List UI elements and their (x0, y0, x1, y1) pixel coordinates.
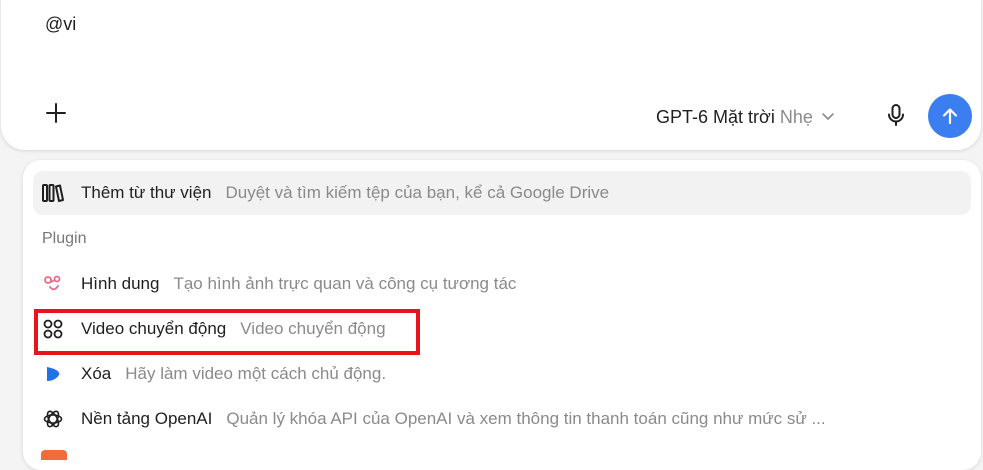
plugin-title: Video chuyển động (81, 319, 227, 338)
model-mode: Nhẹ (779, 106, 813, 127)
plugin-item-visualize[interactable]: Hình dung Tạo hình ảnh trực quan và công… (33, 262, 971, 306)
plus-icon (46, 103, 66, 123)
plugin-section-label: Plugin (42, 230, 87, 247)
mention-popup: Thêm từ thư viện Duyệt và tìm kiếm tệp c… (23, 160, 981, 470)
microphone-button[interactable] (881, 100, 911, 130)
plugin-description: Quản lý khóa API của OpenAI và xem thông… (226, 409, 826, 428)
add-attachment-button[interactable] (41, 98, 71, 128)
plugin-description: Tạo hình ảnh trực quan và công cụ tương … (173, 274, 517, 293)
library-description: Duyệt và tìm kiếm tệp của bạn, kể cả Goo… (225, 183, 610, 202)
plugin-description: Hãy làm video một cách chủ động. (125, 364, 387, 383)
plugin-title: Hình dung (81, 274, 160, 293)
plugin-title: Xóa (81, 364, 112, 383)
send-button[interactable] (928, 94, 972, 138)
arrow-up-icon (942, 108, 958, 125)
add-from-library-item[interactable]: Thêm từ thư viện Duyệt và tìm kiếm tệp c… (33, 171, 971, 215)
next-item-icon-peek (41, 450, 67, 460)
prompt-input[interactable]: @vi (45, 14, 76, 35)
model-selector[interactable]: GPT-6 Mặt trời Nhẹ (656, 105, 835, 129)
library-icon (41, 181, 65, 205)
plugin-item-xoa[interactable]: Xóa Hãy làm video một cách chủ động. (33, 352, 971, 396)
model-name: GPT-6 Mặt trời (656, 106, 775, 127)
composer: @vi GPT-6 Mặt trời Nhẹ (1, 0, 981, 150)
plugin-item-openai-platform[interactable]: Nền tảng OpenAI Quản lý khóa API của Ope… (33, 397, 971, 441)
visualize-icon (41, 272, 65, 296)
blue-shape-icon (41, 362, 65, 386)
plugin-item-motion-video[interactable]: Video chuyển động Video chuyển động (33, 307, 971, 351)
openai-icon (41, 407, 65, 431)
library-title: Thêm từ thư viện (81, 183, 212, 202)
microphone-icon (888, 104, 904, 126)
motion-video-icon (41, 317, 65, 341)
plugin-title: Nền tảng OpenAI (81, 409, 213, 428)
plugin-description: Video chuyển động (240, 319, 386, 338)
chevron-down-icon (821, 112, 835, 122)
